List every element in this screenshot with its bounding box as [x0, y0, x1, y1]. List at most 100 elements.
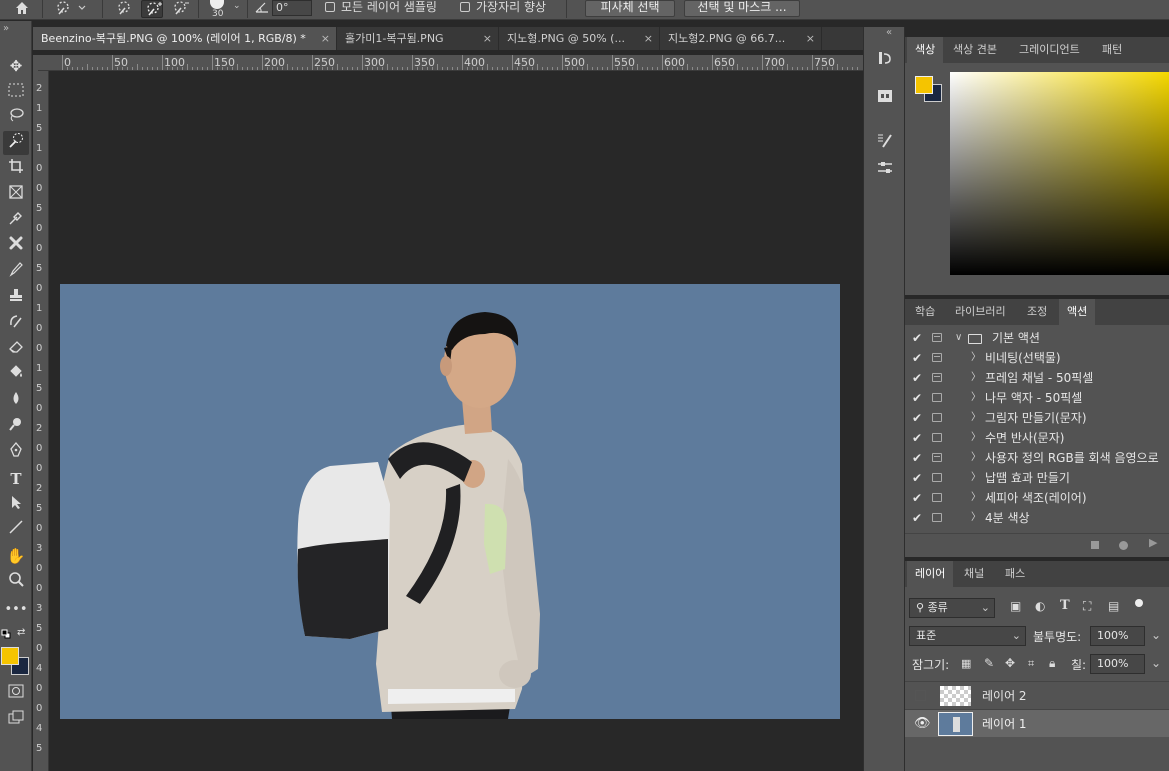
new-selection-button[interactable] [113, 0, 135, 18]
filter-adjustment-icon[interactable]: ◐ [1035, 599, 1045, 613]
filter-smart-object-icon[interactable]: ▤ [1108, 599, 1119, 613]
eyedropper-tool-icon[interactable] [3, 209, 29, 233]
sample-all-layers-checkbox[interactable] [325, 2, 335, 12]
select-and-mask-button[interactable]: 선택 및 마스크 ... [684, 0, 800, 17]
screen-mode-icon[interactable] [3, 707, 29, 731]
check-icon[interactable]: ✔ [912, 448, 922, 468]
brush-tool-icon[interactable] [3, 260, 29, 284]
eraser-tool-icon[interactable] [3, 337, 29, 361]
chevron-right-icon[interactable]: 〉 [971, 488, 981, 508]
tab-libraries[interactable]: 라이브러리 [947, 299, 1014, 325]
action-item[interactable]: ✔ 〉 수면 반사(문자) [905, 428, 1169, 448]
lock-position-icon[interactable]: ✥ [1005, 656, 1015, 670]
eye-icon[interactable]: 👁︎ [914, 716, 931, 731]
action-item[interactable]: ✔ 〉 비네팅(선택물) [905, 348, 1169, 368]
filter-toggle-icon[interactable] [1135, 599, 1143, 607]
tab-color[interactable]: 색상 [907, 37, 944, 63]
tab-adjustments[interactable]: 조정 [1019, 299, 1055, 325]
action-item[interactable]: ✔ 〉 프레임 채널 - 50픽셀 [905, 368, 1169, 388]
action-item[interactable]: ✔ 〉 나무 액자 - 50픽셀 [905, 388, 1169, 408]
chevron-right-icon[interactable]: 〉 [971, 468, 981, 488]
chevron-right-icon[interactable]: 〉 [971, 388, 981, 408]
home-icon[interactable] [10, 0, 34, 18]
lock-all-icon[interactable]: 🔒︎ [1049, 656, 1055, 671]
swap-colors-icon[interactable]: ⇄ [17, 627, 25, 638]
check-icon[interactable]: ✔ [912, 428, 922, 448]
play-icon[interactable]: ▶ [1149, 536, 1157, 549]
tab-learn[interactable]: 학습 [907, 299, 943, 325]
paint-bucket-tool-icon[interactable] [3, 363, 29, 387]
angle-input[interactable]: 0° [272, 0, 312, 16]
layer-name[interactable]: 레이어 2 [982, 687, 1027, 704]
crop-tool-icon[interactable] [3, 157, 29, 181]
adjustments-icon[interactable] [874, 159, 896, 181]
layer-filter-select[interactable]: ⚲ 종류 ⌄ [909, 598, 995, 618]
marquee-tool-icon[interactable] [3, 80, 29, 104]
expand-panels-icon[interactable]: « [886, 27, 892, 38]
dialog-toggle-icon[interactable] [932, 493, 942, 502]
brush-size-picker[interactable]: 30 ⌄ [208, 0, 242, 20]
check-icon[interactable]: ✔ [912, 488, 922, 508]
check-icon[interactable]: ✔ [912, 388, 922, 408]
move-tool-icon[interactable]: ✥ [3, 54, 29, 78]
tab-swatches[interactable]: 색상 견본 [945, 37, 1005, 63]
pen-tool-icon[interactable] [3, 441, 29, 465]
check-icon[interactable]: ✔ [912, 328, 922, 348]
tab-jinohyeong2[interactable]: 지노형2.PNG @ 66.7... × [660, 27, 822, 50]
chevron-right-icon[interactable]: 〉 [971, 408, 981, 428]
layer-name[interactable]: 레이어 1 [982, 715, 1027, 732]
close-icon[interactable]: × [483, 27, 492, 50]
quick-mask-icon[interactable] [3, 681, 29, 705]
tab-jinohyeong[interactable]: 지노형.PNG @ 50% (... × [499, 27, 660, 50]
tab-paths[interactable]: 패스 [997, 561, 1033, 587]
dialog-toggle-icon[interactable] [932, 353, 942, 362]
check-icon[interactable]: ✔ [912, 368, 922, 388]
stop-icon[interactable] [1091, 541, 1099, 549]
lock-artboard-icon[interactable]: ⌗ [1028, 657, 1034, 671]
lock-transparent-icon[interactable]: ▦ [961, 657, 971, 670]
collapse-toolbar-icon[interactable]: » [3, 23, 9, 34]
tab-holgami[interactable]: 홀가미1-복구됨.PNG × [337, 27, 499, 50]
chevron-down-icon[interactable]: ∨ [955, 328, 962, 348]
3d-panel-icon[interactable] [874, 87, 896, 109]
action-item[interactable]: ✔ 〉 세피아 색조(레이어) [905, 488, 1169, 508]
enhance-edge-checkbox[interactable] [460, 2, 470, 12]
hand-tool-icon[interactable]: ✋ [3, 544, 29, 568]
chevron-down-icon[interactable]: ⌄ [1151, 628, 1161, 642]
color-picker-field[interactable] [950, 72, 1169, 275]
history-brush-tool-icon[interactable] [3, 312, 29, 336]
action-item[interactable]: ✔ 〉 사용자 정의 RGB를 회색 음영으로 [905, 448, 1169, 468]
tab-layers[interactable]: 레이어 [907, 561, 954, 587]
dialog-toggle-icon[interactable] [932, 473, 942, 482]
action-item[interactable]: ✔ 〉 4분 색상 [905, 508, 1169, 528]
check-icon[interactable]: ✔ [912, 508, 922, 528]
quick-selection-tool-icon[interactable] [3, 131, 29, 155]
dialog-toggle-icon[interactable] [932, 333, 942, 342]
dialog-toggle-icon[interactable] [932, 513, 942, 522]
dialog-toggle-icon[interactable] [932, 373, 942, 382]
line-tool-icon[interactable] [3, 518, 29, 542]
dodge-tool-icon[interactable] [3, 415, 29, 439]
dialog-toggle-icon[interactable] [932, 393, 942, 402]
frame-tool-icon[interactable] [3, 183, 29, 207]
tab-channels[interactable]: 채널 [956, 561, 992, 587]
chevron-right-icon[interactable]: 〉 [971, 508, 981, 528]
chevron-right-icon[interactable]: 〉 [971, 348, 981, 368]
dialog-toggle-icon[interactable] [932, 433, 942, 442]
dialog-toggle-icon[interactable] [932, 453, 942, 462]
blur-tool-icon[interactable] [3, 389, 29, 413]
lasso-tool-icon[interactable] [3, 106, 29, 130]
tab-beenzino[interactable]: Beenzino-복구됨.PNG @ 100% (레이어 1, RGB/8) *… [33, 27, 337, 50]
record-icon[interactable] [1119, 541, 1128, 550]
foreground-color-swatch[interactable] [1, 647, 19, 665]
layer-row-selected[interactable]: 👁︎ 레이어 1 [905, 709, 1169, 737]
more-tools-icon[interactable]: ••• [3, 598, 29, 622]
lock-pixels-icon[interactable]: ✎ [984, 656, 994, 670]
tab-gradients[interactable]: 그레이디언트 [1011, 37, 1088, 63]
check-icon[interactable]: ✔ [912, 348, 922, 368]
healing-brush-tool-icon[interactable] [3, 234, 29, 258]
type-tool-icon[interactable]: T [3, 467, 29, 491]
chevron-right-icon[interactable]: 〉 [971, 368, 981, 388]
chevron-right-icon[interactable]: 〉 [971, 428, 981, 448]
action-set-row[interactable]: ✔ ∨ 기본 액션 [905, 328, 1169, 348]
